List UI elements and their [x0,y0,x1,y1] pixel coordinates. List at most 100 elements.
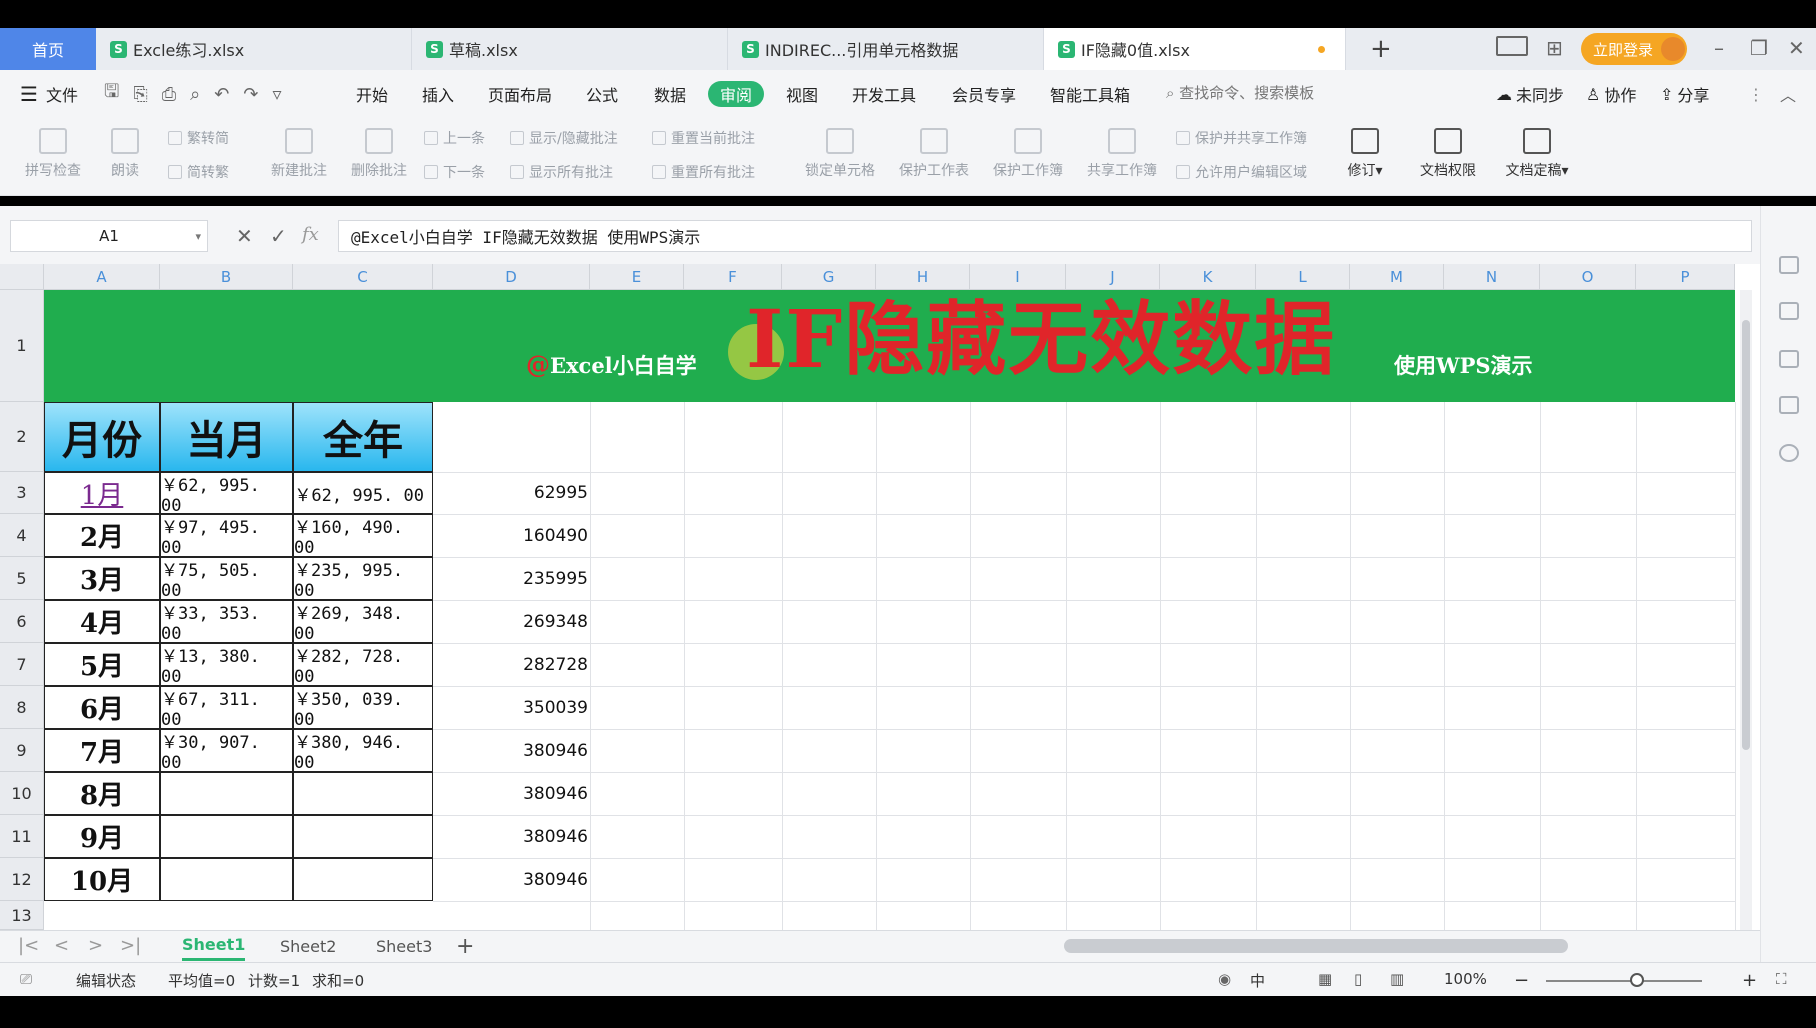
current-amount-cell[interactable]: ￥13, 380. 00 [160,643,293,687]
row-header-7[interactable]: 7 [0,643,44,686]
column-header-p[interactable]: P [1636,264,1735,290]
read-aloud-button[interactable]: 朗读 [104,128,146,180]
row-header-5[interactable]: 5 [0,557,44,600]
helper-value-cell[interactable]: 235995 [440,569,588,589]
formula-input[interactable]: @Excel小白自学 IF隐藏无效数据 使用WPS演示 [338,220,1752,252]
export-icon[interactable]: ⎘ [133,84,147,105]
doc-finalize-button[interactable]: 文档定稿▾ [1496,128,1578,180]
month-cell[interactable]: 8月 [44,772,160,815]
column-header-m[interactable]: M [1350,264,1444,290]
row-header-12[interactable]: 12 [0,858,44,901]
menu-view[interactable]: 视图 [786,70,818,118]
current-amount-cell[interactable]: ￥30, 907. 00 [160,729,293,773]
select-tool-icon[interactable] [1779,256,1799,274]
properties-icon[interactable] [1779,302,1799,320]
column-header-d[interactable]: D [433,264,590,290]
allow-edit-range-button[interactable]: 允许用户编辑区域 [1176,162,1307,182]
column-header-f[interactable]: F [684,264,782,290]
helper-value-cell[interactable]: 282728 [440,655,588,675]
column-header-n[interactable]: N [1444,264,1540,290]
cancel-icon[interactable]: ✕ [236,224,253,248]
add-sheet-button[interactable]: + [456,931,474,961]
confirm-icon[interactable]: ✓ [270,224,287,248]
current-amount-cell[interactable]: ￥67, 311. 00 [160,686,293,730]
tablet-mode-icon[interactable] [1496,36,1528,56]
apps-grid-icon[interactable]: ⊞ [1546,36,1563,60]
menu-insert[interactable]: 插入 [422,70,454,118]
menu-member[interactable]: 会员专享 [952,70,1016,118]
month-cell[interactable]: 1月 [44,472,160,514]
revise-button[interactable]: 修订▾ [1340,128,1390,180]
zoom-in-icon[interactable]: + [1742,970,1757,991]
command-search[interactable]: ⌕ 查找命令、搜索模板 [1166,82,1314,103]
total-amount-cell[interactable]: ￥160, 490. 00 [293,514,433,558]
row-header-1[interactable]: 1 [0,290,44,402]
menu-review[interactable]: 审阅 [708,81,765,107]
column-header-j[interactable]: J [1066,264,1160,290]
new-comment-button[interactable]: 新建批注 [264,128,334,180]
row-header-8[interactable]: 8 [0,686,44,729]
zoom-out-icon[interactable]: − [1514,970,1529,991]
macro-icon[interactable]: ⎚ [20,970,32,988]
collab-button[interactable]: ♙ 协作 [1586,70,1636,118]
row-header-13[interactable]: 13 [0,901,44,930]
collapse-ribbon-icon[interactable]: ︿ [1780,70,1796,118]
row-header-10[interactable]: 10 [0,772,44,815]
zoom-level[interactable]: 100% [1444,970,1487,988]
helper-value-cell[interactable]: 380946 [440,784,588,804]
helper-value-cell[interactable]: 380946 [440,827,588,847]
show-all-comments-button[interactable]: 显示所有批注 [510,162,613,182]
print-icon[interactable]: ⎙ [162,84,176,105]
fullscreen-icon[interactable]: ⛶ [1776,970,1787,988]
file-tab[interactable]: S Excle练习.xlsx [96,28,412,70]
close-icon[interactable]: ✕ [1788,36,1805,60]
file-tab-active[interactable]: S IF隐藏0值.xlsx [1044,28,1346,70]
month-cell[interactable]: 9月 [44,815,160,858]
total-amount-cell[interactable]: ￥380, 946. 00 [293,729,433,773]
helper-value-cell[interactable]: 160490 [440,526,588,546]
sheet-tab-sheet2[interactable]: Sheet2 [280,931,336,961]
prev-comment-button[interactable]: 上一条 [424,128,485,148]
month-cell[interactable]: 4月 [44,600,160,643]
column-header-c[interactable]: C [293,264,433,290]
format-icon[interactable] [1779,350,1799,368]
horizontal-scrollbar[interactable] [1064,939,1568,953]
helper-value-cell[interactable]: 350039 [440,698,588,718]
more-icon[interactable]: ⋮ [1748,70,1764,118]
helper-value-cell[interactable]: 269348 [440,612,588,632]
row-header-3[interactable]: 3 [0,472,44,514]
insert-function-icon[interactable]: fx [302,224,319,245]
column-header-e[interactable]: E [590,264,684,290]
current-amount-cell[interactable]: ￥33, 353. 00 [160,600,293,644]
home-tab[interactable]: 首页 [0,28,96,70]
helper-value-cell[interactable]: 380946 [440,741,588,761]
total-amount-cell[interactable]: ￥235, 995. 00 [293,557,433,601]
sync-status[interactable]: ☁ 未同步 [1496,70,1564,118]
row-header-11[interactable]: 11 [0,815,44,858]
header-current[interactable]: 当月 [160,402,293,472]
last-sheet-icon[interactable]: >| [120,935,141,956]
protect-book-button[interactable]: 保护工作簿 [986,128,1070,180]
current-amount-cell[interactable]: ￥97, 495. 00 [160,514,293,558]
menu-data[interactable]: 数据 [654,70,686,118]
column-header-o[interactable]: O [1540,264,1636,290]
next-sheet-icon[interactable]: > [88,935,103,956]
column-header-g[interactable]: G [782,264,876,290]
row-header-6[interactable]: 6 [0,600,44,643]
name-box[interactable]: A1 ▾ [10,220,208,252]
total-amount-cell[interactable]: ￥350, 039. 00 [293,686,433,730]
column-header-h[interactable]: H [876,264,970,290]
sheet-tab-sheet1[interactable]: Sheet1 [182,931,246,961]
row-header-4[interactable]: 4 [0,514,44,557]
select-all-corner[interactable] [0,264,44,290]
header-total[interactable]: 全年 [293,402,433,472]
spell-check-button[interactable]: 拼写检查 [14,128,92,180]
column-header-a[interactable]: A [44,264,160,290]
protect-sheet-button[interactable]: 保护工作表 [892,128,976,180]
column-header-l[interactable]: L [1256,264,1350,290]
delete-comment-button[interactable]: 删除批注 [344,128,414,180]
spreadsheet-grid[interactable]: ABCDEFGHIJKLMNOP 1 2 3 4 5 6 7 8 9 10 11 12 13 @Exce… [0,264,1760,930]
protect-share-button[interactable]: 保护并共享工作簿 [1176,128,1307,148]
ime-indicator[interactable]: 中 [1250,970,1265,991]
column-header-k[interactable]: K [1160,264,1256,290]
